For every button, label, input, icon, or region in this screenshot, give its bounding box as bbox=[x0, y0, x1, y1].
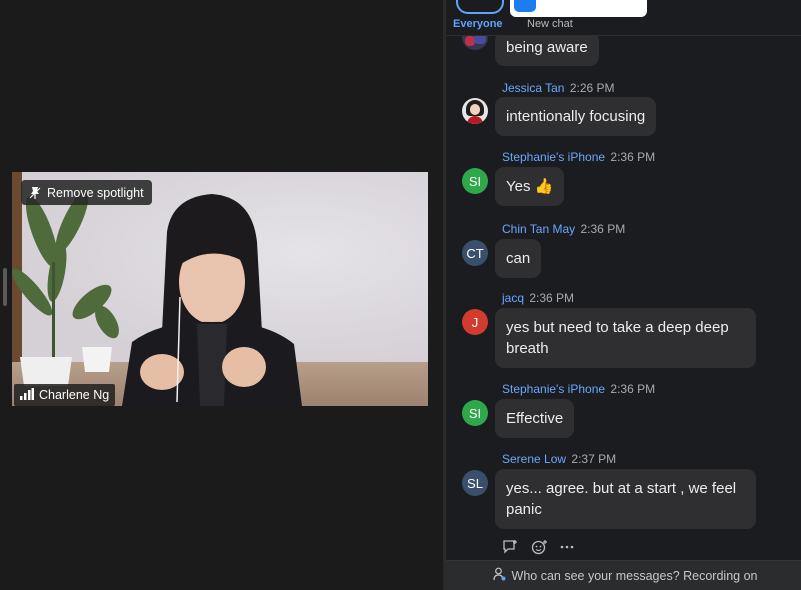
message-text: yes... agree. but at a start , we feel p… bbox=[506, 480, 737, 518]
message-actions bbox=[502, 539, 574, 558]
sender-name[interactable]: Serene Low bbox=[502, 452, 566, 466]
message-text: intentionally focusing bbox=[506, 108, 646, 125]
message-text: being aware bbox=[506, 39, 588, 56]
message-bubble[interactable]: yes... agree. but at a start , we feel p… bbox=[495, 469, 756, 529]
message-list[interactable]: being aware Jessica Tan 2:26 PM intentio… bbox=[446, 36, 801, 560]
avatar: SI bbox=[462, 168, 488, 194]
message-time: 2:36 PM bbox=[529, 291, 575, 305]
message-sender: Stephanie's iPhone 2:36 PM bbox=[502, 150, 655, 164]
chat-header: Everyone New chat bbox=[446, 0, 801, 36]
avatar-initials: SI bbox=[468, 173, 482, 189]
message-sender: Chin Tan May 2:36 PM bbox=[502, 222, 625, 236]
sender-name[interactable]: jacq bbox=[502, 291, 524, 305]
add-reaction-icon[interactable] bbox=[531, 539, 548, 558]
avatar-initials: SI bbox=[468, 405, 482, 421]
avatar: SI bbox=[462, 400, 488, 426]
remove-spotlight-label: Remove spotlight bbox=[47, 185, 144, 200]
message-time: 2:37 PM bbox=[571, 452, 617, 466]
message-time: 2:26 PM bbox=[569, 81, 615, 95]
message-bubble[interactable]: being aware bbox=[495, 36, 599, 66]
message-sender: jacq 2:36 PM bbox=[502, 291, 574, 305]
new-chat-button[interactable] bbox=[510, 0, 647, 17]
message-bubble[interactable]: yes but need to take a deep deep breath bbox=[495, 308, 756, 368]
video-scene bbox=[12, 172, 302, 406]
message-text: can bbox=[506, 250, 531, 267]
everyone-chat-tab[interactable] bbox=[456, 0, 504, 14]
message-bubble[interactable]: Yes 👍 bbox=[495, 167, 565, 206]
sender-name[interactable]: Chin Tan May bbox=[502, 222, 575, 236]
message-bubble[interactable]: can bbox=[495, 239, 542, 278]
avatar-initials: SL bbox=[467, 475, 483, 491]
pin-icon bbox=[29, 186, 41, 200]
message-text: Effective bbox=[506, 410, 564, 427]
participant-name: Charlene Ng bbox=[39, 388, 110, 402]
reply-icon[interactable] bbox=[502, 539, 519, 558]
remove-spotlight-button[interactable]: Remove spotlight bbox=[21, 180, 152, 205]
chat-visibility-footer[interactable]: Who can see your messages? Recording on bbox=[446, 560, 801, 590]
avatar-initials: CT bbox=[466, 245, 484, 261]
message-sender: Serene Low 2:37 PM bbox=[502, 452, 616, 466]
message-time: 2:36 PM bbox=[580, 222, 626, 236]
message-time: 2:36 PM bbox=[610, 382, 656, 396]
avatar bbox=[462, 36, 488, 50]
more-icon[interactable] bbox=[560, 539, 574, 558]
message-bubble[interactable]: Effective bbox=[495, 399, 575, 438]
avatar: SL bbox=[462, 470, 488, 496]
video-tile[interactable] bbox=[12, 172, 428, 406]
signal-strength-icon bbox=[20, 387, 34, 403]
avatar bbox=[462, 98, 488, 124]
video-area: Remove spotlight Charlene Ng bbox=[0, 0, 443, 590]
chat-logo-icon bbox=[514, 0, 536, 12]
message-sender: Jessica Tan 2:26 PM bbox=[502, 81, 615, 95]
message-time: 2:36 PM bbox=[610, 150, 656, 164]
avatar: J bbox=[462, 309, 488, 335]
message-text: Yes 👍 bbox=[506, 178, 554, 195]
sender-name[interactable]: Jessica Tan bbox=[502, 81, 564, 95]
message-sender: Stephanie's iPhone 2:36 PM bbox=[502, 382, 655, 396]
sender-name[interactable]: Stephanie's iPhone bbox=[502, 382, 605, 396]
sender-name[interactable]: Stephanie's iPhone bbox=[502, 150, 605, 164]
avatar-initials: J bbox=[471, 314, 479, 330]
chat-panel: Everyone New chat being aware Jessica Ta… bbox=[443, 0, 801, 590]
participant-name-tag: Charlene Ng bbox=[14, 384, 116, 406]
panel-resize-handle[interactable] bbox=[3, 268, 7, 306]
everyone-tab-label[interactable]: Everyone bbox=[453, 18, 503, 30]
people-visibility-icon bbox=[492, 567, 506, 584]
message-text: yes but need to take a deep deep breath bbox=[506, 319, 729, 357]
footer-text: Who can see your messages? Recording on bbox=[511, 568, 758, 583]
meeting-window: Remove spotlight Charlene Ng Everyone Ne… bbox=[0, 0, 801, 590]
avatar: CT bbox=[462, 240, 488, 266]
message-bubble[interactable]: intentionally focusing bbox=[495, 97, 657, 136]
new-chat-label[interactable]: New chat bbox=[527, 18, 573, 30]
